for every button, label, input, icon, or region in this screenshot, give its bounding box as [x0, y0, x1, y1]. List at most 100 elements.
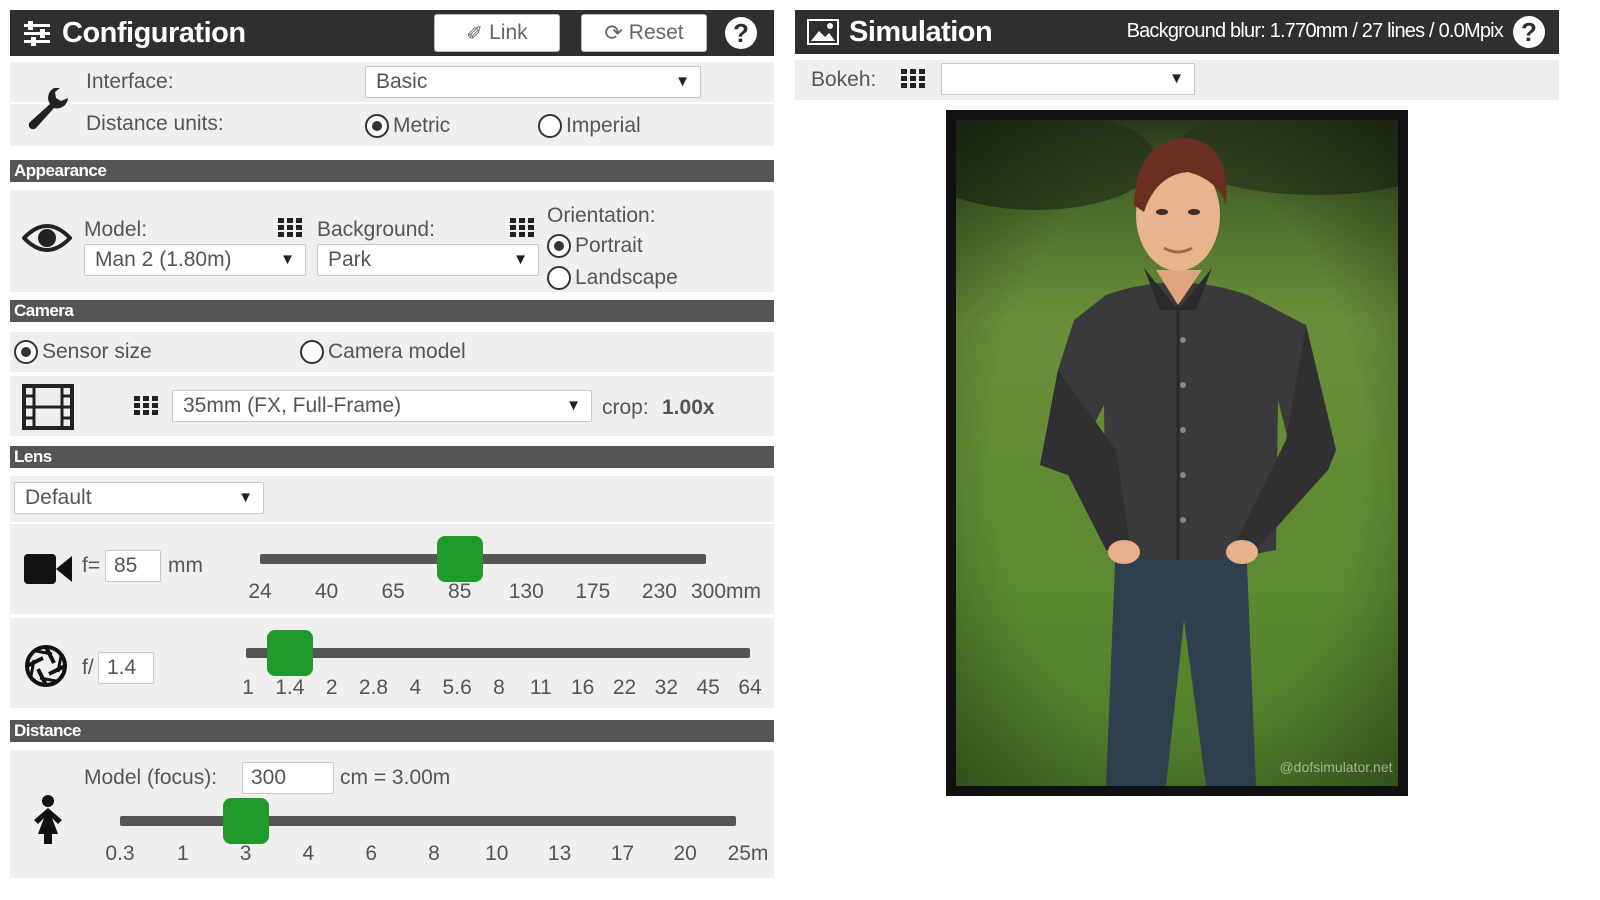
sensor-size-select[interactable]: 35mm (FX, Full-Frame) ▼: [172, 390, 592, 422]
lens-row: Default ▼: [10, 476, 774, 522]
focal-length-slider-thumb[interactable]: [436, 536, 483, 582]
chevron-down-icon: ▼: [280, 251, 295, 268]
simulation-panel: Simulation Background blur: 1.770mm / 27…: [795, 10, 1559, 100]
grid-icon[interactable]: [278, 218, 302, 238]
chevron-down-icon: ▼: [238, 489, 253, 506]
tick-label: 40: [314, 580, 339, 603]
interface-select-value: Basic: [376, 70, 428, 93]
background-select-value: Park: [328, 248, 372, 271]
grid-icon[interactable]: [901, 69, 925, 89]
chevron-down-icon: ▼: [513, 251, 528, 268]
distance-row: Model (focus): 300 cm = 3.00m 0.3 1 3 4 6 8 10…: [10, 750, 774, 878]
configuration-header: Configuration ✐ Link ⟳ Reset ?: [10, 10, 774, 56]
bokeh-row: Bokeh: ▼: [795, 60, 1559, 100]
lens-select-value: Default: [25, 486, 92, 509]
distance-ticks: 0.3 1 3 4 6 8 10 13 17 20 25m: [10, 842, 774, 868]
focal-prefix: f=: [82, 554, 101, 577]
aperture-row: f/ 1.4 1 1.4 2 2.8 4 5.6 8 11 16 22 32 45 64: [10, 618, 774, 708]
units-radio-imperial-label: Imperial: [566, 114, 641, 137]
tick-label: 64: [738, 676, 762, 699]
aperture-ticks: 1 1.4 2 2.8 4 5.6 8 11 16 22 32 45 64: [10, 676, 774, 702]
orientation-label: Orientation:: [547, 204, 656, 227]
refresh-icon: ⟳: [604, 20, 623, 45]
grid-icon[interactable]: [134, 396, 158, 416]
tick-label: 130: [508, 580, 544, 603]
units-radio-imperial[interactable]: Imperial: [538, 114, 641, 138]
bokeh-label: Bokeh:: [811, 68, 877, 91]
link-button-label: Link: [489, 21, 528, 44]
tick-label: 4: [302, 842, 315, 865]
tick-label: 0.3: [105, 842, 135, 865]
camera-mode-row: Sensor size Camera model: [10, 332, 774, 372]
focal-unit: mm: [168, 554, 203, 577]
tick-label: 175: [575, 580, 611, 603]
focal-length-input[interactable]: 85: [105, 550, 161, 582]
wrench-icon: [28, 88, 68, 130]
tick-label: 20: [673, 842, 697, 865]
film-icon: [22, 384, 74, 430]
orientation-portrait-label: Portrait: [575, 234, 643, 257]
crop-label: crop:: [602, 396, 649, 419]
interface-select[interactable]: Basic ▼: [365, 66, 701, 98]
tick-label: 25m: [727, 842, 769, 865]
image-icon: [807, 19, 839, 45]
model-select-value: Man 2 (1.80m): [95, 248, 232, 271]
tick-label: 24: [248, 580, 272, 603]
reset-button[interactable]: ⟳ Reset: [581, 14, 707, 52]
background-select[interactable]: Park ▼: [317, 244, 539, 276]
tick-label: 5.6: [442, 676, 472, 699]
tick-label: 1.4: [275, 676, 305, 699]
tick-label: 13: [547, 842, 572, 865]
orientation-radio-portrait[interactable]: Portrait: [547, 234, 643, 258]
bokeh-select[interactable]: ▼: [941, 63, 1195, 95]
grid-icon[interactable]: [510, 218, 534, 238]
radio-dot: [538, 114, 562, 138]
interface-label: Interface:: [86, 70, 174, 93]
radio-dot: [547, 266, 571, 290]
chevron-down-icon: ▼: [675, 73, 690, 90]
tick-label: 8: [493, 676, 505, 699]
configuration-panel: Configuration ✐ Link ⟳ Reset ? Interface…: [10, 10, 774, 878]
orientation-radio-landscape[interactable]: Landscape: [547, 266, 678, 290]
focus-suffix: cm = 3.00m: [340, 766, 451, 789]
link-icon: ✐: [466, 22, 484, 45]
help-icon[interactable]: ?: [725, 17, 757, 49]
tick-label: 1: [176, 842, 189, 865]
units-radio-metric[interactable]: Metric: [365, 114, 450, 138]
camera-radio-sensor-size[interactable]: Sensor size: [14, 340, 152, 364]
aperture-slider-thumb[interactable]: [266, 630, 313, 676]
units-radio-metric-label: Metric: [393, 114, 451, 137]
tick-label: 65: [381, 580, 405, 603]
tick-label: 10: [485, 842, 509, 865]
eye-icon: [22, 224, 72, 252]
camera-radio-camera-model[interactable]: Camera model: [300, 340, 466, 364]
camera-model-label: Camera model: [328, 340, 466, 363]
appearance-heading: Appearance: [10, 160, 774, 182]
distance-slider-track[interactable]: [120, 816, 736, 826]
tick-label: 2: [325, 676, 338, 699]
distance-units-row: Distance units: Metric Imperial: [10, 104, 774, 146]
chevron-down-icon: ▼: [1169, 70, 1184, 87]
sensor-size-select-value: 35mm (FX, Full-Frame): [183, 394, 402, 417]
tick-label: 1: [242, 676, 254, 699]
model-select[interactable]: Man 2 (1.80m) ▼: [84, 244, 306, 276]
tick-label: 85: [448, 580, 472, 603]
link-button[interactable]: ✐ Link: [434, 14, 560, 52]
orientation-landscape-label: Landscape: [575, 266, 678, 289]
simulation-preview: @dofsimulator.net: [946, 110, 1408, 796]
tick-label: 17: [610, 842, 635, 865]
help-icon[interactable]: ?: [1513, 16, 1545, 48]
lens-select[interactable]: Default ▼: [14, 482, 264, 514]
background-label: Background:: [317, 218, 435, 241]
configuration-title: Configuration: [62, 16, 246, 49]
background-blur-info: Background blur: 1.770mm / 27 lines / 0.…: [1126, 20, 1504, 42]
focus-distance-input[interactable]: 300: [242, 762, 334, 794]
distance-slider-thumb[interactable]: [222, 798, 269, 844]
distance-heading: Distance: [10, 720, 774, 742]
tick-label: 22: [612, 676, 637, 699]
tick-label: 4: [409, 676, 422, 699]
focal-length-slider-track[interactable]: [260, 554, 706, 564]
tick-label: 3: [239, 842, 252, 865]
aperture-slider-track[interactable]: [246, 648, 750, 658]
radio-dot: [300, 340, 324, 364]
